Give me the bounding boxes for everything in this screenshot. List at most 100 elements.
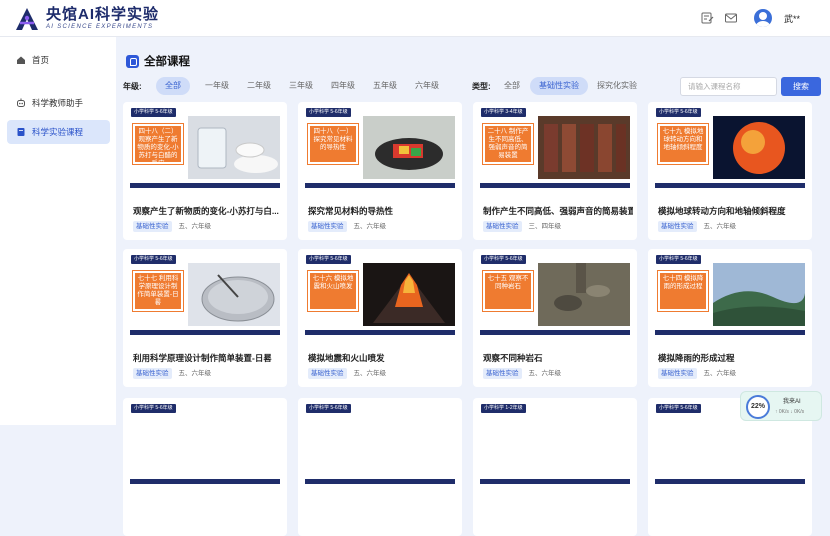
search-button[interactable]: 搜索 (781, 77, 821, 96)
home-icon (17, 56, 25, 64)
course-title: 模拟地球转动方向和地轴倾斜程度 (658, 206, 786, 216)
type-chip-inquiry[interactable]: 探究化实验 (588, 77, 646, 95)
grade-tag: 小学科学 5-6年级 (656, 404, 701, 413)
course-cover: 小学科学 5-6年级 (305, 402, 455, 484)
course-photo (713, 116, 805, 179)
course-cover: 小学科学 5-6年级 七十六 模拟地震和火山喷发 (305, 253, 455, 335)
grade-chip-6[interactable]: 六年级 (406, 77, 448, 95)
type-tag: 基础性实验 (658, 221, 697, 232)
ai-widget-label: 我来AI (783, 399, 801, 405)
course-title: 模拟地震和火山喷发 (308, 353, 385, 363)
grade-tag: 小学科学 5-6年级 (131, 255, 176, 264)
course-cover: 小学科学 5-6年级 四十八（一）探究常见材料的导热性 (305, 106, 455, 188)
grade-tag: 小学科学 5-6年级 (131, 404, 176, 413)
course-photo (713, 263, 805, 326)
course-photo (363, 116, 455, 179)
grade-chip-all[interactable]: 全部 (156, 77, 190, 95)
page-title: 全部课程 (144, 56, 190, 68)
course-title: 观察不同种岩石 (483, 353, 543, 363)
cover-title-box: 七十五 观察不同种岩石 (482, 270, 534, 312)
type-tag: 基础性实验 (308, 368, 347, 379)
course-title: 探究常见材料的导热性 (308, 206, 394, 216)
course-card[interactable]: 小学科学 5-6年级 七十六 模拟地震和火山喷发 模拟地震和火山喷发 基础性实验… (298, 249, 462, 387)
course-photo (538, 263, 630, 326)
grade-range: 五、六年级 (353, 370, 387, 377)
grade-tag: 小学科学 5-6年级 (306, 255, 351, 264)
course-photo (188, 116, 280, 179)
grade-chip-2[interactable]: 二年级 (238, 77, 280, 95)
sidebar-item-home[interactable]: 首页 (7, 48, 110, 72)
sidebar-item-teacher-assistant[interactable]: 科学教师助手 (7, 91, 110, 115)
mail-icon[interactable] (724, 11, 738, 25)
grade-tag: 小学科学 5-6年级 (131, 108, 176, 117)
course-title: 制作产生不同高低、强弱声音的简易装置 (483, 206, 633, 216)
course-cover: 小学科学 3-4年级 二十八 制作产生不同高低、强弱声音的简易装置 (480, 106, 630, 188)
grade-range: 五、六年级 (178, 370, 212, 377)
cover-title-box: 四十八（二）观察产生了新物质的变化-小苏打与白醋的反应 (132, 123, 184, 165)
logo-mark-icon (16, 8, 38, 30)
type-chip-all[interactable]: 全部 (495, 77, 529, 95)
grade-chip-1[interactable]: 一年级 (196, 77, 238, 95)
course-cover: 小学科学 5-6年级 (130, 402, 280, 484)
course-cover: 小学科学 5-6年级 七十四 模拟降雨的形成过程 (655, 253, 805, 335)
sidebar-item-experiment-courses[interactable]: 科学实验课程 (7, 120, 110, 144)
cover-title-box: 四十八（一）探究常见材料的导热性 (307, 123, 359, 165)
grade-chip-3[interactable]: 三年级 (280, 77, 322, 95)
cover-title-box: 七十四 模拟降雨的形成过程 (657, 270, 709, 312)
logo-subtitle: AI SCIENCE EXPERIMENTS (46, 24, 154, 30)
grade-tag: 小学科学 5-6年级 (656, 255, 701, 264)
sidebar: 首页 科学教师助手 科学实验课程 (0, 37, 116, 425)
robot-icon (17, 98, 25, 107)
course-cover: 小学科学 5-6年级 七十九 模拟地球转动方向和地轴倾斜程度 (655, 106, 805, 188)
type-tag: 基础性实验 (483, 368, 522, 379)
grade-chip-4[interactable]: 四年级 (322, 77, 364, 95)
grade-tag: 小学科学 3-4年级 (481, 108, 526, 117)
grade-range: 三、四年级 (528, 223, 562, 230)
grade-chip-5[interactable]: 五年级 (364, 77, 406, 95)
type-filter-label: 类型: (472, 82, 491, 91)
course-cover: 小学科学 5-6年级 七十七 利用科学原理设计制作简单装置-日晷 (130, 253, 280, 335)
app-logo[interactable]: 央馆AI科学实验 AI SCIENCE EXPERIMENTS (14, 6, 159, 32)
course-card[interactable]: 小学科学 5-6年级 四十八（一）探究常见材料的导热性 探究常见材料的导热性 基… (298, 102, 462, 240)
course-cover: 小学科学 5-6年级 四十八（二）观察产生了新物质的变化-小苏打与白醋的反应 (130, 106, 280, 188)
grade-range: 五、六年级 (703, 223, 737, 230)
course-card[interactable]: 小学科学 5-6年级 七十五 观察不同种岩石 观察不同种岩石 基础性实验 五、六… (473, 249, 637, 387)
course-card[interactable]: 小学科学 3-4年级 二十八 制作产生不同高低、强弱声音的简易装置 制作产生不同… (473, 102, 637, 240)
cover-title-box: 七十七 利用科学原理设计制作简单装置-日晷 (132, 270, 184, 312)
grade-range: 五、六年级 (528, 370, 562, 377)
course-card[interactable]: 小学科学 5-6年级 (298, 398, 462, 536)
course-card[interactable]: 小学科学 5-6年级 七十七 利用科学原理设计制作简单装置-日晷 利用科学原理设… (123, 249, 287, 387)
user-avatar[interactable] (753, 9, 772, 27)
course-card[interactable]: 小学科学 5-6年级 七十四 模拟降雨的形成过程 模拟降雨的形成过程 基础性实验… (648, 249, 812, 387)
grade-tag: 小学科学 5-6年级 (306, 404, 351, 413)
type-chip-basic[interactable]: 基础性实验 (530, 77, 588, 95)
type-tag: 基础性实验 (133, 221, 172, 232)
grade-range: 五、六年级 (178, 223, 212, 230)
cover-title-box: 七十九 模拟地球转动方向和地轴倾斜程度 (657, 123, 709, 165)
course-photo (538, 116, 630, 179)
course-photo (188, 263, 280, 326)
cover-title-box: 七十六 模拟地震和火山喷发 (307, 270, 359, 312)
course-cover: 小学科学 1-2年级 (480, 402, 630, 484)
course-card[interactable]: 小学科学 5-6年级 四十八（二）观察产生了新物质的变化-小苏打与白醋的反应 观… (123, 102, 287, 240)
top-header: 央馆AI科学实验 AI SCIENCE EXPERIMENTS 武** (0, 0, 830, 37)
search-input[interactable]: 请输入课程名称 (680, 77, 777, 96)
course-card[interactable]: 小学科学 5-6年级 七十九 模拟地球转动方向和地轴倾斜程度 模拟地球转动方向和… (648, 102, 812, 240)
course-card[interactable]: 小学科学 1-2年级 (473, 398, 637, 536)
course-card[interactable]: 小学科学 5-6年级 (123, 398, 287, 536)
filter-bar: 年级: 全部 一年级 二年级 三年级 四年级 五年级 六年级 类型: 全部 基础… (123, 77, 823, 97)
logo-title: 央馆AI科学实验 (46, 6, 160, 23)
grade-range: 五、六年级 (703, 370, 737, 377)
edit-note-icon[interactable] (700, 11, 714, 25)
grade-filter-label: 年级: (123, 82, 142, 91)
user-name[interactable]: 武** (784, 12, 800, 25)
type-tag: 基础性实验 (133, 368, 172, 379)
grade-tag: 小学科学 5-6年级 (656, 108, 701, 117)
main-content: 全部课程 年级: 全部 一年级 二年级 三年级 四年级 五年级 六年级 类型: … (116, 37, 830, 536)
progress-percent: 22% (746, 395, 770, 419)
ai-assistant-widget[interactable]: 22% 我来AI ↑ 0K/s ↓ 0K/s (740, 391, 822, 421)
cover-title-box: 二十八 制作产生不同高低、强弱声音的简易装置 (482, 123, 534, 165)
network-stats: ↑ 0K/s ↓ 0K/s (775, 409, 805, 415)
grade-tag: 小学科学 5-6年级 (306, 108, 351, 117)
course-title: 观察产生了新物质的变化-小苏打与白... (133, 206, 279, 216)
